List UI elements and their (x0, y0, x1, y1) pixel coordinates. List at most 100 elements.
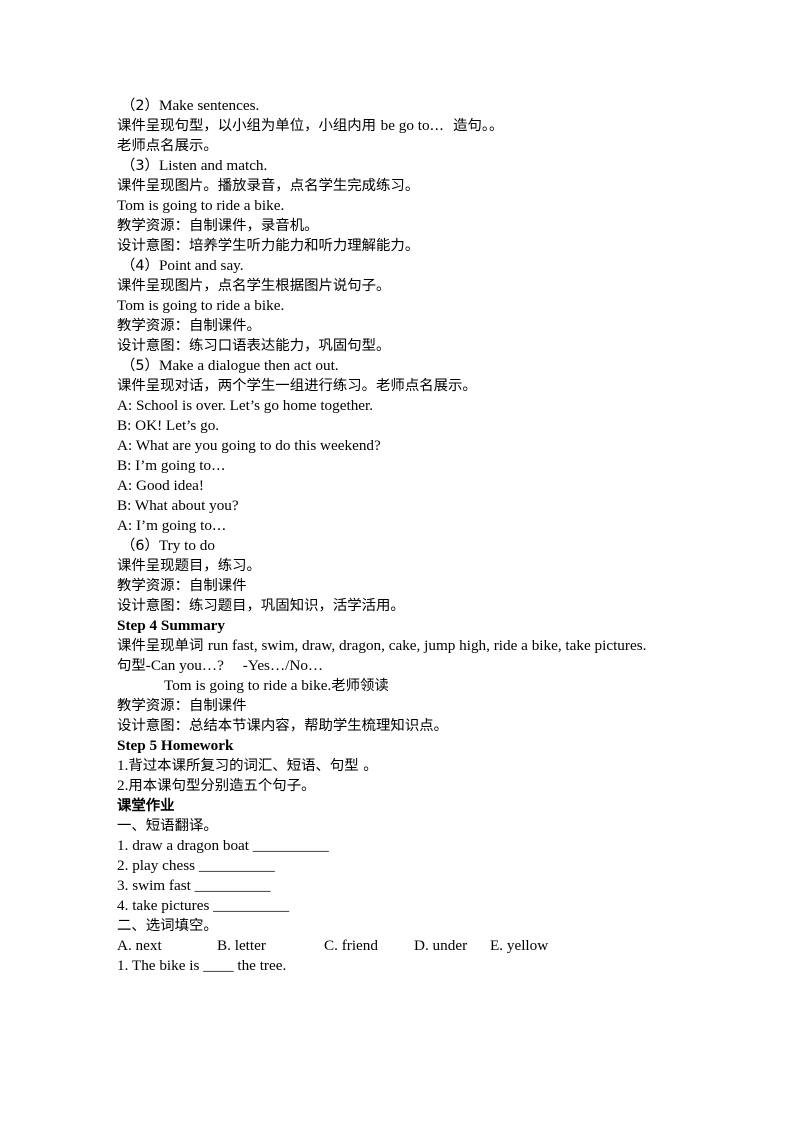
document-line: （3）Listen and match. (117, 156, 717, 176)
text-run: A: What are you going to do this weekend… (117, 437, 381, 454)
document-line: A: School is over. Let’s go home togethe… (117, 396, 717, 416)
document-line: 3. swim fast __________ (117, 876, 717, 896)
word-bank-row: A. next B. letter C. friend D. under E. yell… (117, 936, 717, 956)
text-run: 用本课句型分别造五个句子。 (128, 778, 316, 794)
document-line: 一、短语翻译。 (117, 816, 717, 836)
document-line: 二、选词填空。 (117, 916, 717, 936)
text-run: Make sentences. (158, 97, 260, 114)
text-run: … (211, 518, 227, 534)
text-run: （5） (121, 358, 159, 374)
text-run: Tom is going to ride a bike. (117, 297, 285, 314)
text-run: 3. swim fast __________ (117, 877, 271, 894)
text-run: A: School is over. Let’s go home togethe… (117, 397, 374, 414)
document-line: A: I’m going to… (117, 516, 717, 536)
text-run: A: I’m going to (117, 517, 212, 534)
word-bank-option: C. friend (324, 937, 378, 954)
document-line: 句型-Can you…? -Yes…/No… (117, 656, 717, 676)
text-run: 设计意图：总结本节课内容，帮助学生梳理知识点。 (117, 718, 448, 734)
text-run: 课件呈现单词 (117, 638, 208, 654)
document-line: 课件呈现单词 run fast, swim, draw, dragon, cak… (117, 636, 717, 656)
document-line: （6）Try to do (117, 536, 717, 556)
document-line: 课件呈现对话，两个学生一组进行练习。老师点名展示。 (117, 376, 717, 396)
text-run: 2. play chess __________ (117, 857, 275, 874)
text-run: 教学资源：自制课件。 (117, 318, 261, 334)
text-run: （2） (121, 98, 159, 114)
text-run: （6） (121, 538, 159, 554)
text-run: Make a dialogue then act out. (158, 357, 339, 374)
document-line: B: What about you? (117, 496, 717, 516)
word-bank-option: E. yellow (490, 937, 549, 954)
document-line: 课堂作业 (117, 796, 717, 816)
text-run: Tom is going to ride a bike. (164, 677, 332, 694)
document-line: Tom is going to ride a bike. (117, 196, 717, 216)
document-line: A: What are you going to do this weekend… (117, 436, 717, 456)
text-run: 1. draw a dragon boat __________ (117, 837, 329, 854)
document-line: 课件呈现图片，点名学生根据图片说句子。 (117, 276, 717, 296)
document-line: 设计意图：练习题目，巩固知识，活学活用。 (117, 596, 717, 616)
document-line: 2. play chess __________ (117, 856, 717, 876)
text-run: 设计意图：培养学生听力能力和听力理解能力。 (117, 238, 420, 254)
document-line: 1.背过本课所复习的词汇、短语、句型 。 (117, 756, 717, 776)
text-run: 背过本课所复习的词汇、短语、句型 。 (128, 758, 378, 774)
text-run: 1. The bike is ____ the tree. (117, 957, 287, 974)
text-run: 4. take pictures __________ (117, 897, 290, 914)
document-line: B: OK! Let’s go. (117, 416, 717, 436)
document-line: （2）Make sentences. (117, 96, 717, 116)
document-line: Step 5 Homework (117, 736, 717, 756)
text-run: Point and say. (158, 257, 244, 274)
text-run: 句型 (117, 658, 146, 674)
text-run: Listen and match. (158, 157, 268, 174)
word-bank-option: A. next (117, 937, 162, 954)
document-line: 2.用本课句型分别造五个句子。 (117, 776, 717, 796)
document-line: 教学资源：自制课件 (117, 696, 717, 716)
document-line: Tom is going to ride a bike.老师领读 (117, 676, 717, 696)
text-run: Try to do (158, 537, 215, 554)
document-line: 设计意图：总结本节课内容，帮助学生梳理知识点。 (117, 716, 717, 736)
document-line: 老师点名展示。 (117, 136, 717, 156)
text-run: 二、选词填空。 (117, 918, 218, 934)
text-run: B: OK! Let’s go. (117, 417, 220, 434)
text-run: 2. (117, 777, 129, 794)
text-run: 一、短语翻译。 (117, 818, 218, 834)
text-run: 1. (117, 757, 129, 774)
document-line: （4）Point and say. (117, 256, 717, 276)
document-line: 1. draw a dragon boat __________ (117, 836, 717, 856)
document-line: 设计意图：培养学生听力能力和听力理解能力。 (117, 236, 717, 256)
document-line: 教学资源：自制课件，录音机。 (117, 216, 717, 236)
text-run: （4） (121, 258, 159, 274)
document-page: （2）Make sentences. 课件呈现句型，以小组为单位，小组内用 be … (0, 0, 794, 1123)
text-run: B: What about you? (117, 497, 239, 514)
text-run: be go to (380, 117, 430, 134)
text-run: 教学资源：自制课件，录音机。 (117, 218, 319, 234)
text-run: -Can you…? -Yes…/No… (145, 657, 324, 674)
document-line: 4. take pictures __________ (117, 896, 717, 916)
text-run: 设计意图：练习题目，巩固知识，活学活用。 (117, 598, 405, 614)
heading-run: 课堂作业 (117, 798, 175, 814)
document-line: 课件呈现图片。播放录音，点名学生完成练习。 (117, 176, 717, 196)
text-run: … (211, 458, 226, 474)
text-run: 课件呈现图片，点名学生根据图片说句子。 (117, 278, 391, 294)
text-run: Tom is going to ride a bike. (117, 197, 285, 214)
text-run: A: Good idea! (117, 477, 204, 494)
word-bank-option: B. letter (217, 937, 266, 954)
document-body: （2）Make sentences. 课件呈现句型，以小组为单位，小组内用 be … (117, 96, 717, 976)
text-run: … 造句。。 (429, 118, 504, 134)
text-run: 教学资源：自制课件 (117, 698, 247, 714)
word-bank-option: D. under (414, 937, 468, 954)
document-line: 课件呈现题目，练习。 (117, 556, 717, 576)
document-line: 教学资源：自制课件。 (117, 316, 717, 336)
text-run: run fast, swim, draw, dragon, cake, jump… (207, 637, 647, 654)
document-line: 设计意图：练习口语表达能力，巩固句型。 (117, 336, 717, 356)
document-line: 课件呈现句型，以小组为单位，小组内用 be go to… 造句。。 (117, 116, 717, 136)
document-line: 教学资源：自制课件 (117, 576, 717, 596)
document-line: （5）Make a dialogue then act out. (117, 356, 717, 376)
text-run: 老师点名展示。 (117, 138, 218, 154)
text-run: 设计意图：练习口语表达能力，巩固句型。 (117, 338, 391, 354)
document-line: Step 4 Summary (117, 616, 717, 636)
text-run: B: I’m going to (117, 457, 212, 474)
text-run: 教学资源：自制课件 (117, 578, 247, 594)
heading-run: Step 5 Homework (117, 737, 234, 754)
document-line: A: Good idea! (117, 476, 717, 496)
text-run: 老师领读 (331, 678, 389, 694)
text-run: 课件呈现图片。播放录音，点名学生完成练习。 (117, 178, 420, 194)
